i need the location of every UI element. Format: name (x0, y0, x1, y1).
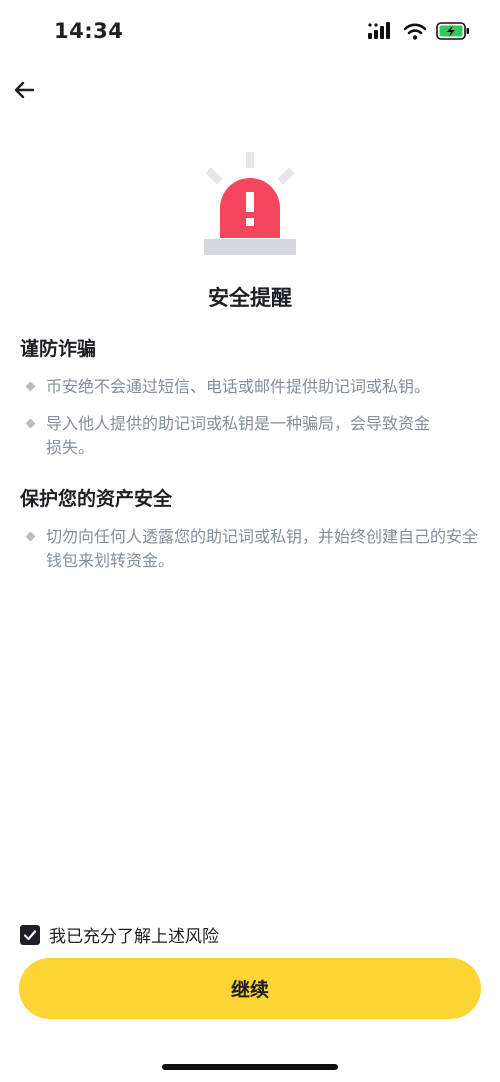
section-scam-warning: 谨防诈骗 币安绝不会通过短信、电话或邮件提供助记词或私钥。 导入他人提供的助记词… (20, 336, 480, 460)
diamond-bullet-icon (25, 381, 36, 392)
list-item: 币安绝不会通过短信、电话或邮件提供助记词或私钥。 (20, 375, 480, 399)
risk-agreement-label: 我已充分了解上述风险 (49, 927, 219, 947)
list-item-text: 导入他人提供的助记词或私钥是一种骗局，会导致资金损失。 (46, 414, 431, 457)
list-item: 导入他人提供的助记词或私钥是一种骗局，会导致资金损失。 (20, 412, 480, 460)
risk-agreement-checkbox[interactable]: 我已充分了解上述风险 (20, 922, 219, 947)
page-title: 安全提醒 (208, 286, 292, 310)
diamond-bullet-icon (25, 531, 36, 542)
continue-button[interactable]: 继续 (19, 958, 481, 1019)
home-indicator (162, 1064, 338, 1070)
section-title: 保护您的资产安全 (20, 488, 173, 510)
alarm-siren-icon (202, 150, 298, 256)
list-item: 切勿向任何人透露您的助记词或私钥，并始终创建自己的安全钱包来划转资金。 (20, 525, 480, 573)
section-title: 谨防诈骗 (20, 338, 97, 360)
battery-charging-icon (436, 22, 469, 40)
section-asset-safety: 保护您的资产安全 切勿向任何人透露您的助记词或私钥，并始终创建自己的安全钱包来划… (20, 486, 480, 573)
list-item-text: 币安绝不会通过短信、电话或邮件提供助记词或私钥。 (46, 377, 431, 396)
status-icons (368, 22, 470, 40)
status-time: 14:34 (54, 19, 124, 43)
status-bar: 14:34 (0, 0, 500, 66)
diamond-bullet-icon (25, 418, 36, 429)
list-item-text: 切勿向任何人透露您的助记词或私钥，并始终创建自己的安全钱包来划转资金。 (46, 527, 479, 570)
checkbox-checked-icon[interactable] (20, 924, 40, 945)
arrow-left-icon (14, 81, 35, 99)
wifi-icon (404, 23, 426, 40)
cellular-signal-icon (368, 22, 390, 39)
back-button[interactable] (10, 76, 38, 104)
